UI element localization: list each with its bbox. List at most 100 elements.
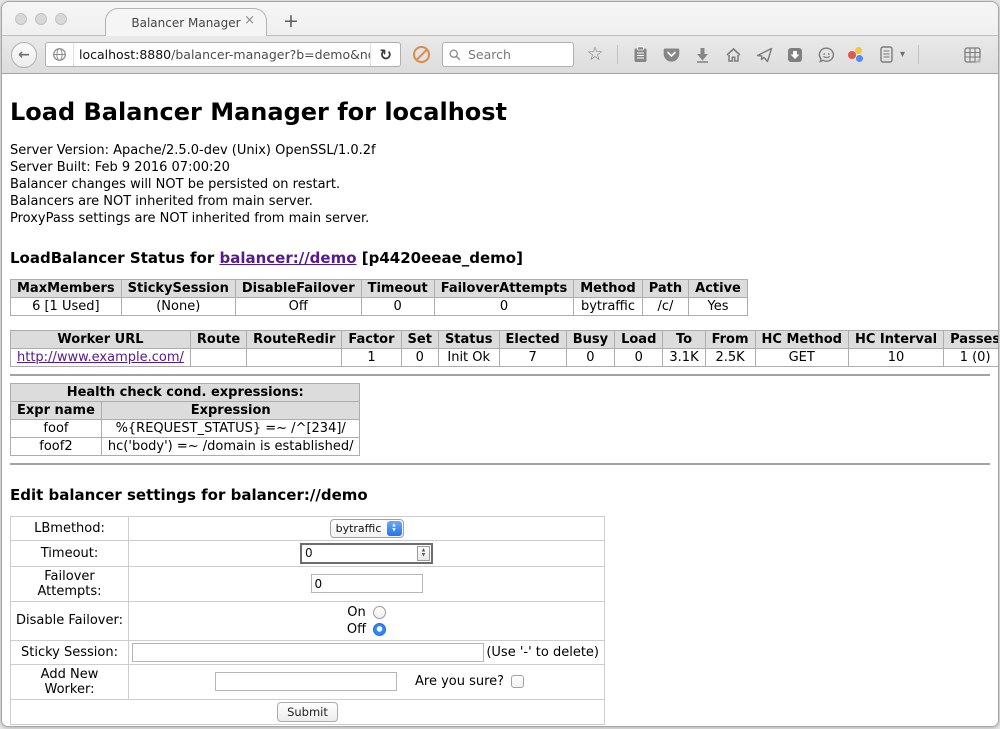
back-button[interactable]: ← bbox=[11, 42, 37, 68]
zoom-window-button[interactable] bbox=[55, 13, 67, 25]
column-header: StickySession bbox=[121, 279, 235, 297]
toolbar-separator bbox=[918, 45, 919, 64]
lbmethod-select[interactable]: bytraffic ▲▼ bbox=[330, 519, 404, 538]
tab-close-icon[interactable]: × bbox=[244, 14, 255, 27]
cell-disablefailover: Off bbox=[235, 297, 361, 315]
toolbar-separator bbox=[617, 45, 618, 64]
content-blocker-icon[interactable] bbox=[413, 46, 430, 63]
disable-failover-on-radio[interactable] bbox=[373, 606, 386, 619]
home-icon[interactable] bbox=[724, 46, 742, 64]
column-header: MaxMembers bbox=[11, 279, 122, 297]
inherit-note: Balancers are NOT inherited from main se… bbox=[10, 194, 990, 211]
apps-grid-icon[interactable] bbox=[963, 46, 981, 64]
tab-title: Balancer Manager bbox=[131, 16, 240, 30]
url-path: /balancer-manager?b=demo&nonce=decc37be-… bbox=[171, 47, 370, 62]
worker-url-link[interactable]: http://www.example.com/ bbox=[17, 350, 184, 365]
download-icon[interactable] bbox=[693, 46, 711, 64]
column-header: Timeout bbox=[361, 279, 434, 297]
cell-route bbox=[190, 348, 246, 366]
cell-failoverattempts: 0 bbox=[434, 297, 574, 315]
cell-busy: 0 bbox=[566, 348, 614, 366]
disable-failover-label: Disable Failover: bbox=[11, 601, 129, 640]
minimize-window-button[interactable] bbox=[35, 13, 47, 25]
search-input[interactable] bbox=[466, 46, 556, 63]
cell-method: bytraffic bbox=[574, 297, 642, 315]
disable-failover-off-radio[interactable] bbox=[373, 623, 386, 636]
radio-off-label: Off bbox=[347, 621, 366, 638]
radio-on-label: On bbox=[347, 604, 365, 621]
bookmark-star-icon[interactable]: ☆ bbox=[586, 46, 604, 64]
notes-extension-icon[interactable] bbox=[877, 46, 895, 64]
are-you-sure-checkbox[interactable] bbox=[511, 675, 524, 688]
new-tab-button[interactable]: + bbox=[283, 12, 299, 31]
are-you-sure-label: Are you sure? bbox=[415, 674, 504, 689]
column-header: FailoverAttempts bbox=[434, 279, 574, 297]
cell-from: 2.5K bbox=[705, 348, 755, 366]
search-bar[interactable] bbox=[442, 42, 574, 67]
chevron-down-icon[interactable]: ▾ bbox=[900, 49, 905, 60]
lbmethod-label: LBmethod: bbox=[11, 516, 129, 540]
cell-set: 0 bbox=[401, 348, 438, 366]
column-header: RouteRedir bbox=[247, 330, 342, 348]
status-heading-suffix: [p4420eeae_demo] bbox=[357, 249, 523, 267]
column-header: Route bbox=[190, 330, 246, 348]
divider bbox=[10, 374, 990, 376]
select-stepper-icon: ▲▼ bbox=[387, 521, 402, 536]
video-downloader-extension-icon[interactable] bbox=[786, 46, 804, 64]
column-header: Busy bbox=[566, 330, 614, 348]
column-header: HC Method bbox=[755, 330, 848, 348]
table-row: foof2 hc('body') =~ /domain is establish… bbox=[11, 437, 360, 455]
hello-smiley-icon[interactable] bbox=[817, 46, 835, 64]
pocket-icon[interactable] bbox=[662, 46, 680, 64]
sticky-session-label: Sticky Session: bbox=[11, 640, 129, 664]
cell-expr-name: foof2 bbox=[11, 437, 102, 455]
url-text: localhost:8880/balancer-manager?b=demo&n… bbox=[74, 47, 370, 62]
site-identity-globe-icon[interactable] bbox=[46, 43, 74, 66]
column-header: DisableFailover bbox=[235, 279, 361, 297]
cell-expression: hc('body') =~ /domain is established/ bbox=[101, 437, 360, 455]
reload-icon[interactable]: ↻ bbox=[370, 43, 400, 66]
url-bar[interactable]: localhost:8880/balancer-manager?b=demo&n… bbox=[45, 42, 401, 67]
table-row: http://www.example.com/ 1 0 Init Ok 7 0 … bbox=[11, 348, 1000, 366]
timeout-input[interactable]: 0 ▲▼ bbox=[300, 543, 433, 564]
column-header: To bbox=[663, 330, 705, 348]
menu-icon[interactable] bbox=[932, 46, 950, 64]
health-check-table: Health check cond. expressions: Expr nam… bbox=[10, 383, 360, 456]
timeout-label: Timeout: bbox=[11, 540, 129, 566]
cell-maxmembers: 6 [1 Used] bbox=[11, 297, 122, 315]
sticky-session-input[interactable] bbox=[132, 643, 484, 662]
column-header: Expression bbox=[101, 401, 360, 419]
url-domain: localhost:8880 bbox=[79, 47, 171, 62]
add-new-worker-input[interactable] bbox=[215, 672, 397, 691]
column-header: Expr name bbox=[11, 401, 102, 419]
tab-bar: Balancer Manager × + bbox=[2, 2, 998, 36]
cell-factor: 1 bbox=[342, 348, 401, 366]
status-heading-prefix: LoadBalancer Status for bbox=[10, 249, 219, 267]
lbmethod-selected-value: bytraffic bbox=[331, 522, 387, 535]
failover-attempts-label: Failover Attempts: bbox=[11, 566, 129, 601]
cell-stickysession: (None) bbox=[121, 297, 235, 315]
navigation-toolbar: ← localhost:8880/balancer-manager?b=demo… bbox=[2, 36, 998, 74]
cell-load: 0 bbox=[615, 348, 663, 366]
send-icon[interactable] bbox=[755, 46, 773, 64]
status-heading: LoadBalancer Status for balancer://demo … bbox=[10, 249, 990, 267]
edit-settings-form: LBmethod: bytraffic ▲▼ Timeout: 0 ▲▼ bbox=[10, 516, 605, 725]
column-header: Load bbox=[615, 330, 663, 348]
edit-settings-heading: Edit balancer settings for balancer://de… bbox=[10, 486, 990, 504]
balancer-demo-link[interactable]: balancer://demo bbox=[219, 249, 356, 267]
clipboard-icon[interactable] bbox=[631, 46, 649, 64]
cell-routeredir bbox=[247, 348, 342, 366]
colored-dots-extension-icon[interactable] bbox=[848, 47, 864, 63]
cell-hc-method: GET bbox=[755, 348, 848, 366]
persist-note: Balancer changes will NOT be persisted o… bbox=[10, 177, 990, 194]
column-header: From bbox=[705, 330, 755, 348]
table-row: 6 [1 Used] (None) Off 0 0 bytraffic /c/ … bbox=[11, 297, 748, 315]
column-header: Passes bbox=[944, 330, 999, 348]
tab-balancer-manager[interactable]: Balancer Manager × bbox=[105, 8, 267, 36]
close-window-button[interactable] bbox=[15, 13, 27, 25]
cell-active: Yes bbox=[689, 297, 748, 315]
number-spinner-icon[interactable]: ▲▼ bbox=[417, 546, 430, 561]
failover-attempts-input[interactable] bbox=[311, 574, 423, 593]
proxypass-note: ProxyPass settings are NOT inherited fro… bbox=[10, 211, 990, 228]
submit-button[interactable]: Submit bbox=[277, 702, 338, 722]
